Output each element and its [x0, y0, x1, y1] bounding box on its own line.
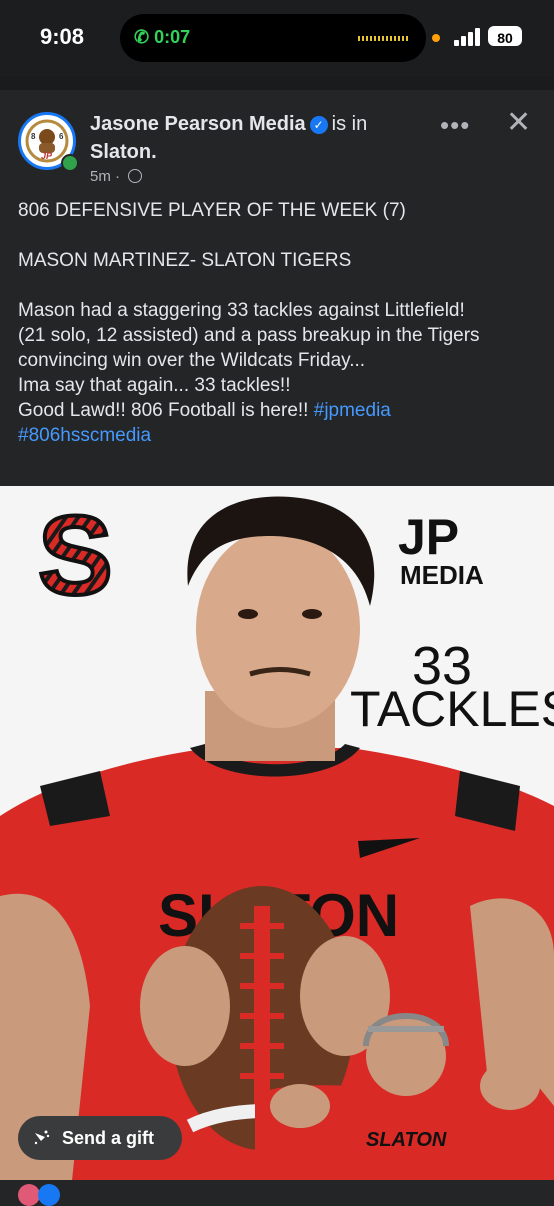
post-text-line: 806 DEFENSIVE PLAYER OF THE WEEK (7)	[18, 200, 406, 221]
reactions-strip	[0, 1180, 554, 1206]
location-link[interactable]: Slaton.	[90, 141, 157, 163]
status-bar: 9:08 ✆ 0:07 80	[0, 0, 554, 76]
avatar-jp-text: JP	[41, 151, 53, 161]
send-gift-label: Send a gift	[62, 1128, 155, 1148]
slaton-s-logo-icon: S	[36, 491, 115, 620]
hashtag-link[interactable]: #jpmedia	[314, 400, 391, 421]
avatar-number-left: 8	[31, 132, 36, 141]
stat-label: TACKLES	[350, 681, 554, 737]
post-text: 806 DEFENSIVE PLAYER OF THE WEEK (7) MAS…	[18, 198, 538, 448]
post-photo[interactable]: S JP MEDIA 33 TACKLES SLATON	[0, 486, 554, 1200]
dynamic-island[interactable]: ✆ 0:07	[120, 14, 426, 62]
more-options-button[interactable]: •••	[440, 110, 470, 141]
post-text-line: Ima say that again... 33 tackles!!	[18, 375, 291, 396]
post-text-line: (21 solo, 12 assisted) and a pass breaku…	[18, 325, 480, 371]
post-card: 8 6 JP Jasone Pearson Media ✓ is in Slaton…	[0, 90, 554, 1200]
close-button[interactable]: ✕	[506, 108, 531, 138]
meta-separator: ·	[115, 168, 121, 185]
phone-icon: ✆	[134, 27, 150, 47]
verified-badge-icon: ✓	[309, 115, 328, 134]
post-text-line: Mason had a staggering 33 tackles agains…	[18, 300, 465, 321]
post-text-line: Good Lawd!! 806 Football is here!! #jpme…	[18, 400, 391, 421]
author-name[interactable]: Jasone Pearson Media	[90, 113, 306, 135]
post-header: Jasone Pearson Media ✓ is in Slaton.	[90, 110, 430, 166]
inset-jersey-text: SLATON	[366, 1129, 447, 1151]
brand-jp-text: JP	[398, 509, 459, 565]
post-time[interactable]: 5m	[90, 168, 111, 185]
reaction-like-icon	[38, 1184, 60, 1206]
avatar-number-right: 6	[59, 132, 64, 141]
brand-media-text: MEDIA	[400, 560, 484, 590]
post-meta: 5m ·	[90, 168, 143, 185]
battery-icon: 80	[488, 26, 522, 46]
reaction-love-icon	[18, 1184, 40, 1206]
feed-divider	[0, 76, 554, 90]
player-graphic: S JP MEDIA 33 TACKLES SLATON	[0, 486, 554, 1200]
signal-icon	[454, 28, 482, 46]
s-logo-letter: S	[38, 493, 113, 618]
call-timer: ✆ 0:07	[134, 27, 191, 47]
mic-indicator-icon	[432, 34, 440, 42]
send-gift-button[interactable]: Send a gift	[18, 1116, 182, 1160]
post-text-line: MASON MARTINEZ- SLATON TIGERS	[18, 250, 352, 271]
audio-wave-icon	[358, 36, 408, 41]
clock: 9:08	[40, 24, 85, 49]
location-prefix: is in	[331, 113, 368, 135]
post-text-line: #806hsscmedia	[18, 423, 538, 448]
hashtag-link[interactable]: #806hsscmedia	[18, 425, 151, 446]
gift-icon	[34, 1130, 50, 1145]
online-status-icon	[61, 154, 79, 172]
globe-icon	[128, 169, 143, 183]
